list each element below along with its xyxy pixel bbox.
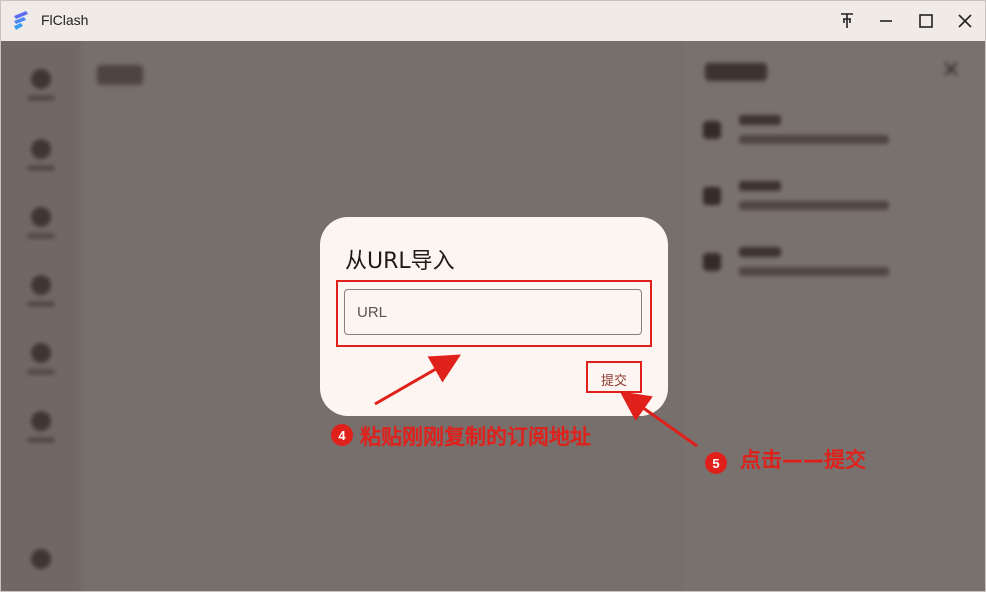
window-title: FlClash	[41, 12, 89, 28]
step-5-text: 点击——提交	[740, 448, 866, 472]
step-4-badge: 4	[331, 424, 353, 446]
maximize-button[interactable]	[912, 7, 940, 35]
pin-button[interactable]	[833, 7, 861, 35]
title-bar: FlClash	[1, 1, 985, 41]
url-input[interactable]	[344, 289, 642, 335]
flclash-logo-icon	[14, 11, 28, 30]
dialog-title: 从URL导入	[345, 249, 455, 274]
close-icon	[958, 14, 972, 28]
step-5-badge: 5	[705, 452, 727, 474]
minimize-icon	[880, 20, 892, 22]
close-button[interactable]	[951, 7, 979, 35]
import-url-dialog: 从URL导入 提交	[320, 217, 668, 416]
minimize-button[interactable]	[872, 7, 900, 35]
app-window: FlClash 从URL导入 URL 提交	[0, 0, 986, 592]
pin-icon	[841, 13, 853, 28]
step-4-text: 粘贴刚刚复制的订阅地址	[360, 425, 591, 449]
submit-button[interactable]: 提交	[590, 366, 638, 392]
maximize-icon	[919, 14, 933, 28]
